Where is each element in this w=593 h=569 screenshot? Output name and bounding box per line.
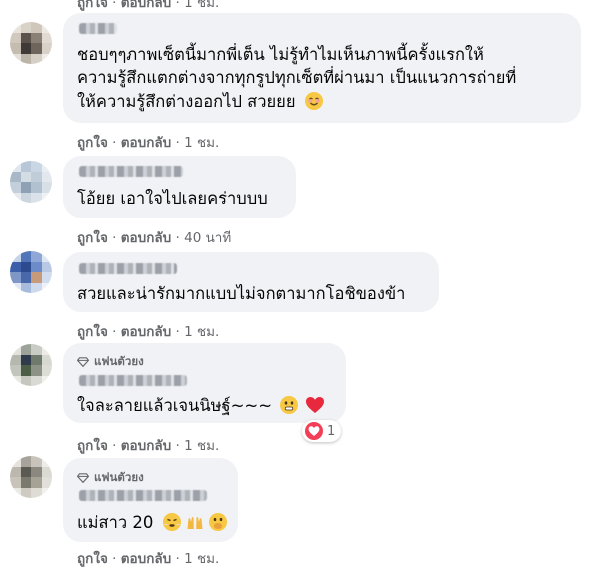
hand-over-mouth-face-icon <box>209 513 228 531</box>
comment-text-line: ใจละลายแล้วเจนนิษฐ์~~~ <box>77 395 325 417</box>
badge-label: แฟนตัวยง <box>94 470 144 484</box>
comment-text-line-last: ให้ความรู้สึกต่างออกไป สวยยย <box>77 91 323 113</box>
avatar[interactable] <box>10 22 52 64</box>
comment-text: แม่สาว 20 <box>77 513 154 532</box>
reply-link[interactable]: ตอบกลับ <box>121 0 171 11</box>
comment-actions-top-partial: ถูกใจ · ตอบกลับ · 1 ชม. <box>77 0 219 13</box>
steam-face-icon <box>162 513 181 531</box>
timestamp[interactable]: 40 นาที <box>184 230 231 246</box>
raised-hands-icon <box>186 513 204 531</box>
timestamp[interactable]: 1 ชม. <box>184 551 219 567</box>
comment-text: ให้ความรู้สึกต่างออกไป สวยยย <box>77 92 296 111</box>
avatar[interactable] <box>10 161 52 203</box>
like-link[interactable]: ถูกใจ <box>77 551 108 567</box>
reply-link[interactable]: ตอบกลับ <box>121 551 171 567</box>
reply-link[interactable]: ตอบกลับ <box>121 324 171 340</box>
commenter-name[interactable] <box>79 166 183 177</box>
comment-text: สวยและน่ารักมากแบบไม่จกตามากโอชิของข้า <box>77 284 406 303</box>
timestamp[interactable]: 1 ชม. <box>184 324 219 340</box>
comment-actions-bottom-partial: ถูกใจ · ตอบกลับ · 1 ชม. <box>77 551 220 567</box>
commenter-name[interactable] <box>79 263 177 274</box>
reply-link[interactable]: ตอบกลับ <box>121 438 171 454</box>
like-link[interactable]: ถูกใจ <box>77 324 108 340</box>
comment-text-line: ชอบๆๆภาพเซ็ตนี้มากพี่เต็น ไม่รู้ทำไมเห็น… <box>77 45 484 64</box>
like-link[interactable]: ถูกใจ <box>77 230 108 246</box>
timestamp: 1 ชม. <box>184 0 220 11</box>
top-fan-badge: แฟนตัวยง <box>77 469 144 487</box>
reaction-count[interactable]: 1 <box>302 420 342 442</box>
reply-link[interactable]: ตอบกลับ <box>121 230 171 246</box>
comment-text: ใจละลายแล้วเจนนิษฐ์~~~ <box>77 396 273 415</box>
like-link[interactable]: ถูกใจ <box>77 438 108 454</box>
like-link[interactable]: ถูกใจ <box>77 135 108 151</box>
badge-label: แฟนตัวยง <box>94 354 144 368</box>
comment-bubble: แฟนตัวยง ใจละลายแล้วเจนนิษฐ์~~~ <box>63 343 346 423</box>
commenter-name[interactable] <box>79 375 187 386</box>
reaction-number: 1 <box>327 423 336 439</box>
avatar[interactable] <box>10 251 52 293</box>
comment-bubble: แฟนตัวยง แม่สาว 20 <box>63 458 238 542</box>
timestamp[interactable]: 1 ชม. <box>184 438 219 454</box>
diamond-icon <box>77 357 89 367</box>
reply-link[interactable]: ตอบกลับ <box>121 135 171 151</box>
comment-bubble: ชอบๆๆภาพเซ็ตนี้มากพี่เต็น ไม่รู้ทำไมเห็น… <box>63 13 581 123</box>
like-link[interactable]: ถูกใจ <box>77 0 108 11</box>
comment-actions: ถูกใจ · ตอบกลับ · 1 ชม. <box>77 324 220 340</box>
love-reaction-icon <box>305 422 323 440</box>
comment-text-line: แม่สาว 20 <box>77 512 228 534</box>
comment-actions: ถูกใจ · ตอบกลับ · 1 ชม. <box>77 438 220 454</box>
diamond-icon <box>77 473 89 483</box>
timestamp[interactable]: 1 ชม. <box>184 135 219 151</box>
red-heart-icon <box>305 396 325 414</box>
commenter-name[interactable] <box>79 490 207 501</box>
comment-text: โอ้ยย เอาใจไปเลยคร่าบบบ <box>77 189 268 208</box>
comment-text-line: ความรู้สึกแตกต่างจากทุกรูปทุกเซ็ตที่ผ่าน… <box>77 68 517 87</box>
commenter-name[interactable] <box>79 23 117 34</box>
comment-bubble: โอ้ยย เอาใจไปเลยคร่าบบบ <box>63 156 296 218</box>
comment-bubble: สวยและน่ารักมากแบบไม่จกตามากโอชิของข้า <box>63 252 439 312</box>
comment-actions: ถูกใจ · ตอบกลับ · 1 ชม. <box>77 135 220 151</box>
avatar[interactable] <box>10 344 52 386</box>
grimacing-face-icon <box>280 396 299 414</box>
comment-actions: ถูกใจ · ตอบกลับ · 40 นาที <box>77 230 232 246</box>
avatar[interactable] <box>10 456 52 498</box>
smiling-face-icon <box>304 92 323 110</box>
top-fan-badge: แฟนตัวยง <box>77 353 144 371</box>
